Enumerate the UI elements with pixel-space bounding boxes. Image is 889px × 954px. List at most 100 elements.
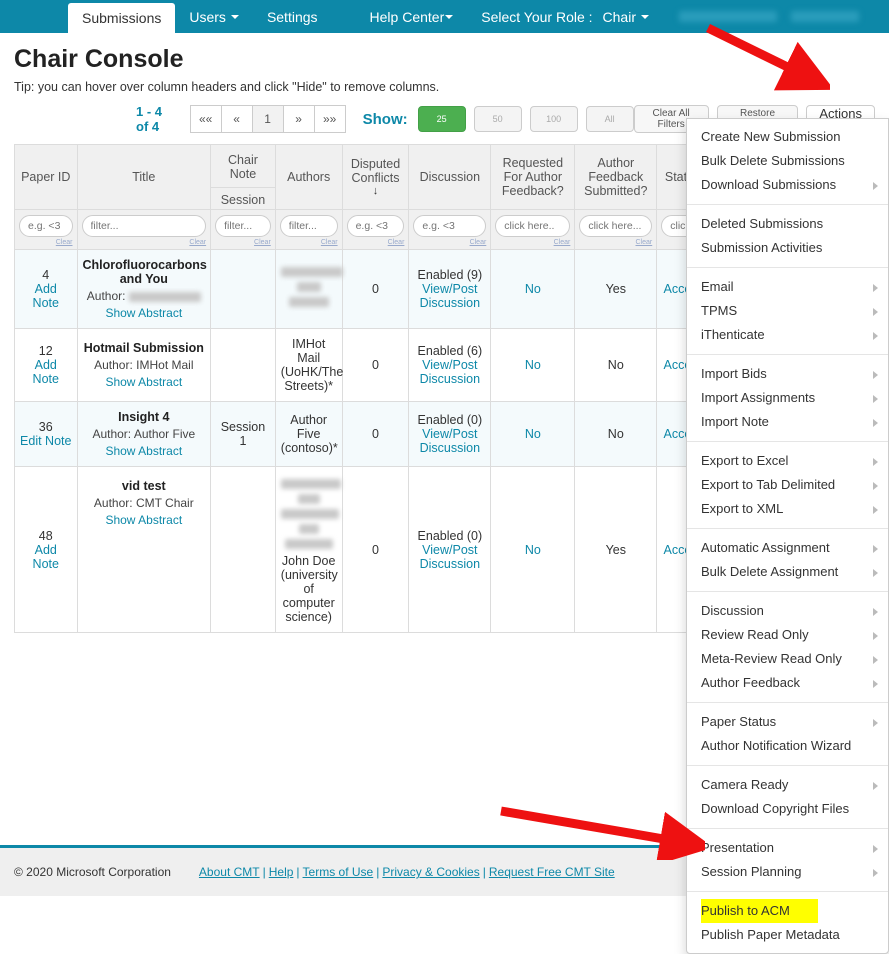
clear-filter-discussion[interactable]: Clear — [413, 239, 486, 246]
edit-note-link[interactable]: Edit Note — [20, 434, 72, 448]
filter-input-discussion[interactable] — [413, 215, 486, 237]
col-header-chair-note[interactable]: Chair Note Session — [211, 145, 276, 210]
menu-item-import-note[interactable]: Import Note — [687, 410, 888, 434]
menu-item-review-read-only[interactable]: Review Read Only — [687, 623, 888, 647]
show-abstract-link[interactable]: Show Abstract — [83, 375, 206, 389]
view-post-discussion-link[interactable]: View/Post Discussion — [414, 427, 485, 455]
footer-link-about-cmt[interactable]: About CMT — [199, 865, 260, 879]
menu-item-email[interactable]: Email — [687, 275, 888, 299]
page-prev-button[interactable]: « — [221, 105, 253, 133]
menu-item-publish-paper-metadata[interactable]: Publish Paper Metadata — [687, 923, 888, 947]
page-1-button[interactable]: 1 — [252, 105, 284, 133]
add-note-link[interactable]: Add Note — [20, 543, 72, 571]
menu-item-presentation[interactable]: Presentation — [687, 836, 888, 860]
page-size-all-button[interactable]: All — [586, 106, 634, 132]
col-header-discussion[interactable]: Discussion — [409, 145, 491, 210]
view-post-discussion-link[interactable]: View/Post Discussion — [414, 282, 485, 310]
clear-filter-chair-note[interactable]: Clear — [215, 239, 271, 246]
menu-item-author-feedback[interactable]: Author Feedback — [687, 671, 888, 695]
menu-item-submission-activities[interactable]: Submission Activities — [687, 236, 888, 260]
clear-filter-disputed-conflicts[interactable]: Clear — [347, 239, 405, 246]
nav-tab-submissions[interactable]: Submissions — [68, 3, 175, 33]
nav-tab-users[interactable]: Users — [175, 0, 253, 33]
clear-filter-title[interactable]: Clear — [82, 239, 207, 246]
submenu-arrow-icon — [873, 608, 878, 616]
add-note-link[interactable]: Add Note — [20, 358, 72, 386]
col-subheader-session[interactable]: Session — [211, 187, 275, 209]
filter-input-paper-id[interactable] — [19, 215, 73, 237]
discussion-status: Enabled (0) — [414, 529, 485, 543]
menu-item-publish-to-acm[interactable]: Publish to ACM — [701, 899, 818, 923]
show-abstract-link[interactable]: Show Abstract — [83, 444, 206, 458]
col-header-paper-id[interactable]: Paper ID — [15, 145, 78, 210]
menu-item-create-new-submission[interactable]: Create New Submission — [687, 125, 888, 149]
cell-title: vid test Author: CMT Chair Show Abstract — [77, 467, 211, 633]
filter-input-authors[interactable] — [280, 215, 338, 237]
filter-input-author-feedback-submitted[interactable] — [579, 215, 652, 237]
role-selector[interactable]: Chair — [597, 0, 663, 33]
cell-requested-for-author-feedback[interactable]: No — [491, 402, 575, 467]
menu-item-download-submissions[interactable]: Download Submissions — [687, 173, 888, 197]
add-note-link[interactable]: Add Note — [20, 282, 72, 310]
clear-filter-paper-id[interactable]: Clear — [19, 239, 73, 246]
menu-label: Export to XML — [701, 501, 783, 516]
col-header-disputed-conflicts[interactable]: Disputed Conflicts ↓ — [342, 145, 409, 210]
cell-requested-for-author-feedback[interactable]: No — [491, 250, 575, 329]
menu-item-export-to-xml[interactable]: Export to XML — [687, 497, 888, 521]
nav-tab-help-center[interactable]: Help Center — [356, 0, 468, 33]
col-header-requested-for-author-feedback[interactable]: Requested For Author Feedback? — [491, 145, 575, 210]
menu-item-bulk-delete-assignment[interactable]: Bulk Delete Assignment — [687, 560, 888, 584]
menu-label: Publish to ACM — [701, 903, 790, 918]
page-size-100-button[interactable]: 100 — [530, 106, 578, 132]
menu-item-import-assignments[interactable]: Import Assignments — [687, 386, 888, 410]
menu-label: Author Feedback — [701, 675, 800, 690]
clear-filter-author-feedback-submitted[interactable]: Clear — [579, 239, 652, 246]
menu-item-download-copyright-files[interactable]: Download Copyright Files — [687, 797, 888, 821]
menu-item-author-notification-wizard[interactable]: Author Notification Wizard — [687, 734, 888, 758]
page-first-button[interactable]: «« — [190, 105, 222, 133]
view-post-discussion-link[interactable]: View/Post Discussion — [414, 543, 485, 571]
cell-requested-for-author-feedback[interactable]: No — [491, 329, 575, 402]
clear-filter-requested-for-author-feedback[interactable]: Clear — [495, 239, 570, 246]
filter-input-chair-note[interactable] — [215, 215, 271, 237]
page-last-button[interactable]: »» — [314, 105, 346, 133]
menu-item-bulk-delete-submissions[interactable]: Bulk Delete Submissions — [687, 149, 888, 173]
show-abstract-link[interactable]: Show Abstract — [83, 306, 206, 320]
page-size-50-button[interactable]: 50 — [474, 106, 522, 132]
cell-discussion: Enabled (9) View/Post Discussion — [409, 250, 491, 329]
page-next-button[interactable]: » — [283, 105, 315, 133]
menu-divider — [687, 828, 888, 829]
menu-item-session-planning[interactable]: Session Planning — [687, 860, 888, 884]
menu-item-ithenticate[interactable]: iThenticate — [687, 323, 888, 347]
footer-link-request-free-cmt-site[interactable]: Request Free CMT Site — [489, 865, 615, 879]
menu-divider — [687, 702, 888, 703]
col-header-authors[interactable]: Authors — [275, 145, 342, 210]
cell-requested-for-author-feedback[interactable]: No — [491, 467, 575, 633]
col-header-author-feedback-submitted[interactable]: Author Feedback Submitted? — [575, 145, 657, 210]
filter-input-title[interactable] — [82, 215, 207, 237]
filter-input-disputed-conflicts[interactable] — [347, 215, 405, 237]
page-size-25-button[interactable]: 25 — [418, 106, 466, 132]
menu-item-import-bids[interactable]: Import Bids — [687, 362, 888, 386]
filter-input-requested-for-author-feedback[interactable] — [495, 215, 570, 237]
menu-label: Import Note — [701, 414, 769, 429]
menu-item-discussion[interactable]: Discussion — [687, 599, 888, 623]
menu-item-export-to-excel[interactable]: Export to Excel — [687, 449, 888, 473]
menu-item-camera-ready[interactable]: Camera Ready — [687, 773, 888, 797]
footer-link-help[interactable]: Help — [269, 865, 294, 879]
menu-item-tpms[interactable]: TPMS — [687, 299, 888, 323]
col-header-disputed-conflicts-label: Disputed Conflicts — [351, 157, 400, 185]
col-header-title[interactable]: Title — [77, 145, 211, 210]
menu-item-export-to-tab-delimited[interactable]: Export to Tab Delimited — [687, 473, 888, 497]
nav-tab-settings[interactable]: Settings — [253, 0, 332, 33]
author-prefix: Author: — [94, 496, 133, 510]
menu-item-automatic-assignment[interactable]: Automatic Assignment — [687, 536, 888, 560]
menu-item-deleted-submissions[interactable]: Deleted Submissions — [687, 212, 888, 236]
view-post-discussion-link[interactable]: View/Post Discussion — [414, 358, 485, 386]
menu-item-meta-review-read-only[interactable]: Meta-Review Read Only — [687, 647, 888, 671]
show-abstract-link[interactable]: Show Abstract — [83, 513, 206, 527]
menu-item-paper-status[interactable]: Paper Status — [687, 710, 888, 734]
footer-link-privacy-cookies[interactable]: Privacy & Cookies — [382, 865, 479, 879]
clear-filter-authors[interactable]: Clear — [280, 239, 338, 246]
footer-link-terms-of-use[interactable]: Terms of Use — [303, 865, 374, 879]
